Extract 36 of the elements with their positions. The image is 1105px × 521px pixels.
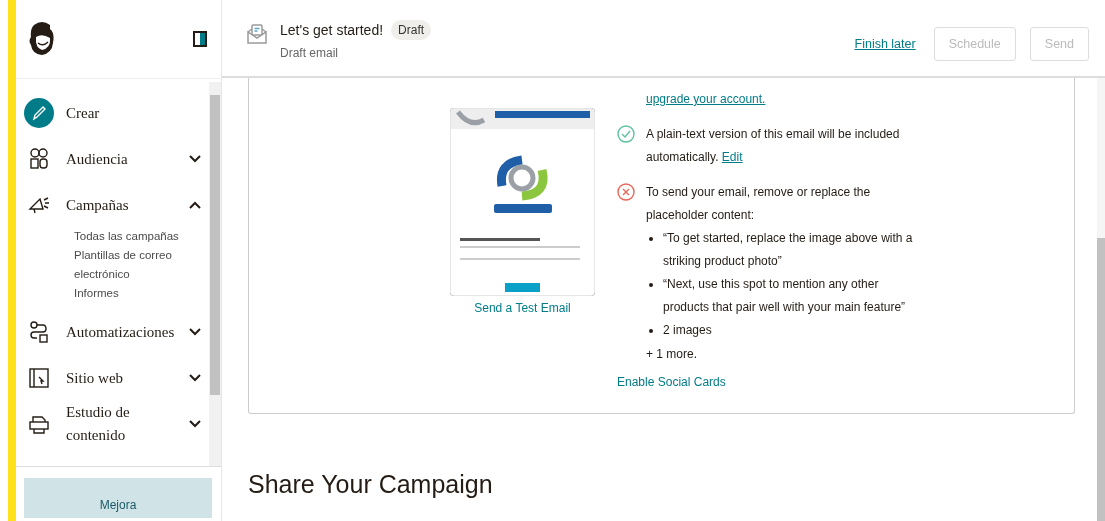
submenu-item[interactable]: Informes bbox=[74, 283, 209, 303]
submenu-item[interactable]: Todas las campañas bbox=[74, 227, 209, 247]
submenu-item[interactable]: Plantillas de correo electrónico bbox=[74, 245, 209, 285]
finish-later-link[interactable]: Finish later bbox=[854, 37, 916, 51]
status-badge: Draft bbox=[391, 20, 432, 40]
scrollbar[interactable] bbox=[209, 82, 221, 466]
monkey-logo-icon[interactable] bbox=[28, 21, 56, 57]
campaign-subtitle: Draft email bbox=[280, 46, 339, 60]
list-item: “To get started, replace the image above with a striking product photo” bbox=[663, 230, 913, 270]
section-heading: Share Your Campaign bbox=[248, 470, 494, 499]
nav-item[interactable]: Crear bbox=[66, 101, 209, 125]
nav-item[interactable]: Audiencia bbox=[66, 147, 177, 171]
bullet-dot-icon bbox=[649, 237, 653, 241]
nav-item[interactable]: Sitio web bbox=[66, 366, 177, 390]
scrollbar[interactable] bbox=[1097, 78, 1105, 521]
error-icon bbox=[617, 183, 635, 201]
pencil-icon bbox=[24, 98, 54, 128]
more-count: + 1 more. bbox=[646, 347, 699, 361]
inline-link[interactable]: upgrade your account. bbox=[646, 92, 766, 106]
sidebar-toggle-icon[interactable] bbox=[193, 31, 207, 47]
bullet-dot-icon bbox=[649, 329, 653, 333]
checkmark-icon bbox=[617, 125, 635, 143]
nav-item[interactable]: Campañas bbox=[66, 193, 177, 217]
inline-link[interactable]: Edit bbox=[721, 150, 743, 164]
send-test-email-link[interactable]: Send a Test Email bbox=[474, 301, 571, 315]
nav-item[interactable]: Estudio de contenido bbox=[66, 401, 177, 447]
bullet-dot-icon bbox=[649, 283, 653, 287]
upgrade-button[interactable]: Mejora bbox=[24, 478, 212, 518]
list-item: “Next, use this spot to mention any other products that pair well with your main feature” bbox=[663, 276, 907, 316]
enable-social-cards-link[interactable]: Enable Social Cards bbox=[617, 375, 916, 389]
check-message: A plain-text version of this email will be included automatically. Edit bbox=[646, 126, 901, 166]
check-message: To send your email, remove or replace the placeholder content: bbox=[646, 184, 872, 224]
list-item: 2 images bbox=[663, 322, 713, 339]
campaign-title: Let's get started! bbox=[280, 22, 384, 38]
nav-item[interactable]: Automatizaciones bbox=[66, 320, 177, 344]
envelope-icon bbox=[246, 23, 268, 45]
